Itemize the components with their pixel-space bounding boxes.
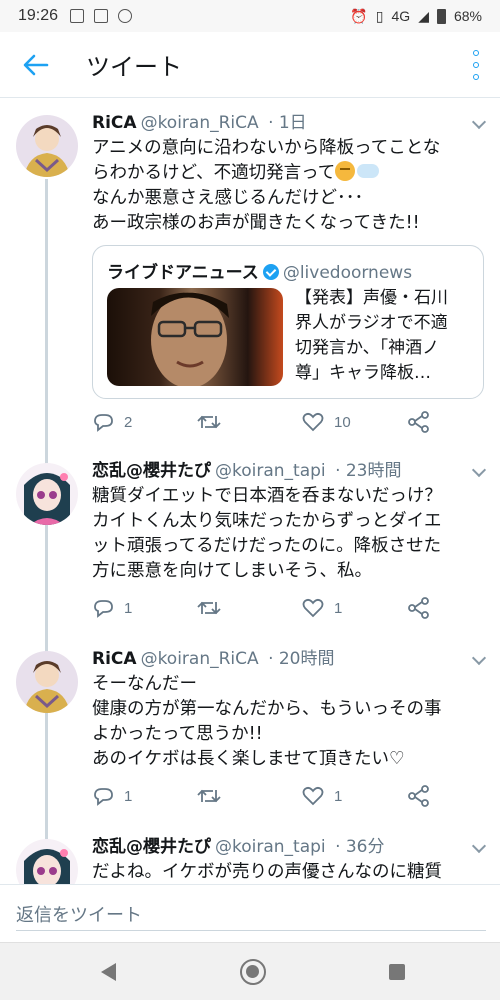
share-button[interactable] [408, 785, 430, 807]
thought-balloon-icon [357, 164, 380, 178]
notification-icon [70, 9, 85, 23]
avatar[interactable] [16, 115, 78, 177]
retweet-button[interactable] [196, 412, 222, 432]
share-button[interactable] [408, 597, 430, 619]
quoted-tweet-image[interactable] [107, 288, 283, 386]
like-count: 1 [334, 599, 343, 617]
author-handle: @koiran_tapi [215, 461, 326, 481]
retweet-icon [197, 601, 221, 615]
system-nav-bar [0, 942, 500, 1000]
tweet-thread[interactable]: RiCA @koiran_RiCA · 1日 アニメの意向に沿わないから降板ってこ… [0, 99, 500, 884]
author-handle: @koiran_RiCA [140, 113, 259, 133]
avatar[interactable] [16, 839, 78, 884]
like-count: 10 [334, 413, 351, 431]
reply-count: 1 [124, 599, 133, 617]
like-button[interactable]: 1 [302, 786, 342, 806]
verified-badge-icon [262, 264, 279, 280]
network-type: 4G [391, 8, 411, 24]
heart-icon [302, 786, 324, 806]
reply-button[interactable]: 1 [92, 786, 132, 806]
tweet-meta: RiCA @koiran_RiCA · 20時間 [92, 647, 484, 671]
nav-back-icon[interactable] [101, 963, 116, 981]
battery-icon [436, 8, 446, 24]
share-icon [408, 597, 429, 619]
share-icon [408, 411, 429, 433]
like-button[interactable]: 1 [302, 598, 342, 618]
reply-icon [94, 788, 113, 806]
retweet-button[interactable] [196, 598, 222, 618]
tweet-text: アニメの意向に沿わないから降板ってことな らわかるけど、不適切発言って なんか悪… [92, 138, 441, 233]
reply-count: 2 [124, 413, 133, 431]
reply-icon [94, 600, 113, 618]
heart-icon [302, 412, 324, 432]
tweet-time: · 36分 [335, 837, 385, 857]
nav-recent-apps-icon[interactable] [389, 964, 405, 980]
app-header: ツイート [0, 32, 500, 98]
tweet-meta: 恋乱@櫻井たぴ @koiran_tapi · 36分 [92, 835, 484, 859]
quoted-tweet-text: 【発表】声優・石川 界人がラジオで不適 切発言か、「神酒ノ 尊」キャラ降板… [295, 288, 448, 383]
alarm-icon: ⏰ [350, 7, 368, 24]
more-options-icon[interactable] [470, 50, 482, 80]
quoted-tweet-card[interactable]: ライブドアニュース @livedoornews 【発表】声優・石川 界人がラジオで… [92, 245, 484, 399]
retweet-icon [197, 789, 221, 803]
page-title: ツイート [86, 53, 182, 81]
arrow-left-icon [23, 54, 49, 75]
back-button[interactable] [0, 32, 72, 98]
tweet-actions: 2 10 [0, 409, 500, 435]
tweet-actions: 1 1 [0, 783, 500, 809]
reply-count: 1 [124, 787, 133, 805]
like-button[interactable]: 10 [302, 412, 351, 432]
tweet-time: · 1日 [268, 113, 307, 133]
tweet-text: そーなんだー 健康の方が第一なんだから、もういっその事 よかったって思うか!! … [92, 674, 442, 769]
status-time: 19:26 [18, 7, 59, 24]
quoted-author-handle: @livedoornews [282, 263, 413, 283]
nav-home-icon[interactable] [240, 959, 266, 985]
author-handle: @koiran_RiCA [140, 649, 259, 669]
author-name[interactable]: 恋乱@櫻井たぴ [92, 461, 211, 481]
tweet-text: 糖質ダイエットで日本酒を呑まないだっけ？ カイトくん太り気味だったからずっとダイ… [92, 486, 442, 581]
reply-button[interactable]: 2 [92, 412, 132, 432]
app-notification-icon [94, 9, 109, 23]
heart-icon [302, 598, 324, 618]
battery-level: 68% [453, 8, 482, 24]
status-bar: 19:26 ⏰ ▯ 4G ◢ 68% [0, 0, 500, 32]
tweet-meta: RiCA @koiran_RiCA · 1日 [92, 111, 484, 135]
sync-icon [118, 9, 133, 23]
tweet-time: · 20時間 [268, 649, 335, 669]
quoted-author-name: ライブドアニュース [107, 263, 259, 283]
tweet-text: だよね。イケボが売りの声優さんなのに糖質 [92, 862, 442, 882]
reply-input[interactable]: 返信をツイート [16, 899, 486, 931]
signal-icon: ◢ [418, 7, 429, 24]
status-indicators: ⏰ ▯ 4G ◢ 68% [350, 8, 482, 25]
avatar[interactable] [16, 463, 78, 525]
share-icon [408, 785, 429, 807]
vibrate-icon: ▯ [375, 7, 384, 24]
tweet-time: · 23時間 [335, 461, 402, 481]
retweet-button[interactable] [196, 786, 222, 806]
tweet[interactable]: 恋乱@櫻井たぴ @koiran_tapi · 23時間 糖質ダイエットで日本酒を呑… [0, 449, 500, 637]
like-count: 1 [334, 787, 343, 805]
quoted-tweet-meta: ライブドアニュース @livedoornews [107, 258, 412, 283]
author-name[interactable]: 恋乱@櫻井たぴ [92, 837, 211, 857]
reply-button[interactable]: 1 [92, 598, 132, 618]
author-name[interactable]: RiCA [92, 649, 137, 669]
author-name[interactable]: RiCA [92, 113, 137, 133]
tweet[interactable]: RiCA @koiran_RiCA · 20時間 そーなんだー 健康の方が第一なん… [0, 637, 500, 825]
retweet-icon [197, 415, 221, 429]
reply-icon [94, 414, 113, 432]
tweet-meta: 恋乱@櫻井たぴ @koiran_tapi · 23時間 [92, 459, 484, 483]
author-handle: @koiran_tapi [215, 837, 326, 857]
share-button[interactable] [408, 411, 430, 433]
tweet-actions: 1 1 [0, 595, 500, 621]
thinking-face-icon [335, 161, 356, 181]
avatar[interactable] [16, 651, 78, 713]
tweet[interactable]: 恋乱@櫻井たぴ @koiran_tapi · 36分 だよね。イケボが売りの声優さ… [0, 825, 500, 884]
reply-bar: 返信をツイート [0, 884, 500, 942]
tweet[interactable]: RiCA @koiran_RiCA · 1日 アニメの意向に沿わないから降板ってこ… [0, 99, 500, 449]
